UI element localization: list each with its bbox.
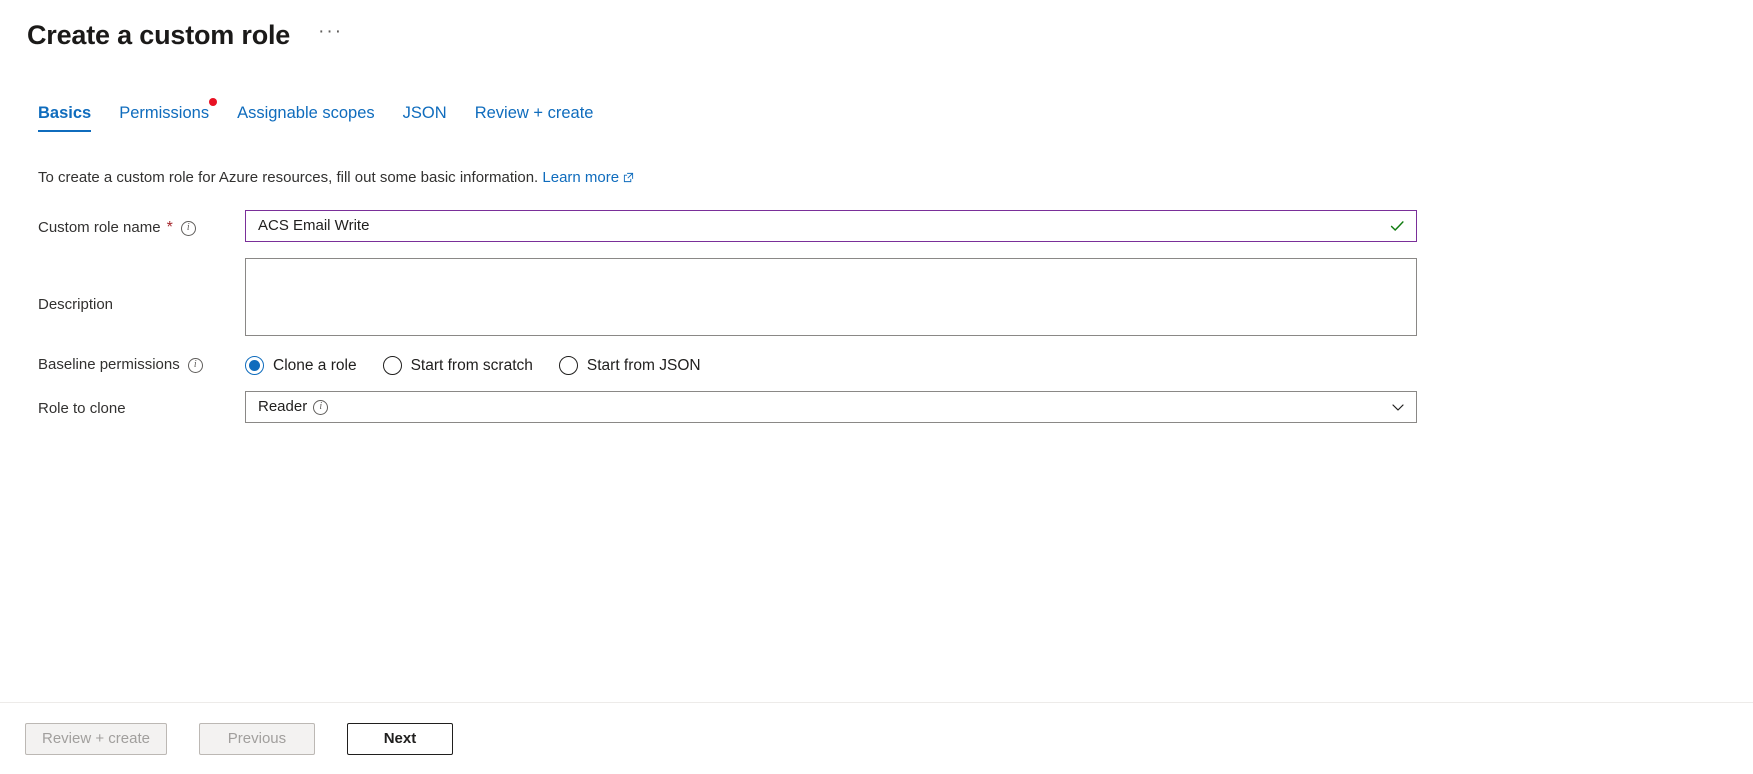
- baseline-permissions-info-icon[interactable]: i: [187, 357, 203, 373]
- page-title: Create a custom role: [27, 20, 291, 50]
- baseline-permissions-field-cell: Clone a role Start from scratch Start fr…: [245, 352, 727, 375]
- review-create-button[interactable]: Review + create: [25, 722, 167, 755]
- check-icon: [1390, 221, 1404, 231]
- previous-button[interactable]: Previous: [198, 722, 315, 755]
- tab-basics[interactable]: Basics: [38, 103, 105, 132]
- page-header: Create a custom role ···: [0, 0, 1753, 52]
- radio-start-from-scratch[interactable]: Start from scratch: [382, 356, 533, 375]
- tab-basics-label: Basics: [38, 104, 92, 122]
- tab-permissions[interactable]: Permissions: [105, 98, 223, 132]
- radio-start-from-json-circle-icon: [558, 356, 578, 375]
- baseline-permissions-label-cell: Baseline permissions i: [38, 352, 245, 374]
- description-textarea[interactable]: [245, 258, 1417, 336]
- baseline-permissions-radio-group: Clone a role Start from scratch Start fr…: [245, 352, 727, 375]
- tab-permissions-label: Permissions: [119, 104, 210, 122]
- form-content: To create a custom role for Azure resour…: [0, 168, 1753, 423]
- radio-clone-a-role[interactable]: Clone a role: [245, 356, 357, 375]
- next-button[interactable]: Next: [346, 722, 453, 755]
- more-options-icon[interactable]: ···: [312, 20, 349, 50]
- required-asterisk: *: [166, 219, 173, 236]
- basics-form: Custom role name * i ACS Email Write Des…: [38, 210, 1753, 423]
- role-to-clone-value: Reader: [258, 398, 308, 415]
- wizard-tabs: Basics Permissions Assignable scopes JSO…: [0, 96, 1753, 132]
- description-label-cell: Description: [38, 258, 245, 314]
- learn-more-link[interactable]: Learn more: [542, 169, 634, 186]
- chevron-down-icon: [1392, 404, 1404, 411]
- custom-role-name-value: ACS Email Write: [258, 217, 370, 234]
- tab-review-create[interactable]: Review + create: [461, 103, 608, 132]
- create-custom-role-page: Create a custom role ··· Basics Permissi…: [0, 0, 1753, 774]
- role-to-clone-value-wrap: Reader i: [258, 397, 1390, 417]
- custom-role-name-field-cell: ACS Email Write: [245, 210, 1417, 242]
- intro-text-row: To create a custom role for Azure resour…: [38, 168, 1753, 188]
- tab-json[interactable]: JSON: [389, 103, 461, 132]
- row-role-to-clone: Role to clone Reader i: [38, 391, 1753, 423]
- custom-role-name-info-icon[interactable]: i: [180, 220, 196, 236]
- row-custom-role-name: Custom role name * i ACS Email Write: [38, 210, 1753, 242]
- description-label: Description: [38, 296, 114, 313]
- role-to-clone-info-icon[interactable]: i: [313, 399, 329, 415]
- radio-start-from-json[interactable]: Start from JSON: [558, 356, 701, 375]
- row-description: Description: [38, 258, 1753, 336]
- wizard-footer: Review + create Previous Next: [0, 702, 1753, 774]
- intro-text: To create a custom role for Azure resour…: [38, 169, 539, 186]
- role-to-clone-label-cell: Role to clone: [38, 391, 245, 418]
- custom-role-name-label: Custom role name: [38, 219, 161, 236]
- tab-assignable-scopes-label: Assignable scopes: [237, 104, 375, 122]
- radio-clone-a-role-label: Clone a role: [273, 356, 357, 374]
- row-baseline-permissions: Baseline permissions i Clone a role Star…: [38, 352, 1753, 375]
- role-to-clone-field-cell: Reader i: [245, 391, 1417, 423]
- role-to-clone-select[interactable]: Reader i: [245, 391, 1417, 423]
- radio-clone-a-role-circle-icon: [245, 356, 264, 375]
- radio-start-from-json-label: Start from JSON: [586, 356, 701, 374]
- external-link-icon: [624, 172, 634, 183]
- radio-start-from-scratch-circle-icon: [382, 356, 402, 375]
- tab-assignable-scopes[interactable]: Assignable scopes: [223, 103, 389, 132]
- role-to-clone-label: Role to clone: [38, 400, 126, 417]
- learn-more-label: Learn more: [542, 169, 620, 186]
- tab-review-create-label: Review + create: [474, 104, 594, 122]
- baseline-permissions-label: Baseline permissions: [38, 356, 180, 373]
- permissions-alert-dot-icon: [209, 98, 218, 106]
- radio-start-from-scratch-label: Start from scratch: [410, 356, 533, 374]
- custom-role-name-label-cell: Custom role name * i: [38, 210, 245, 237]
- description-field-cell: [245, 258, 1417, 336]
- custom-role-name-input[interactable]: ACS Email Write: [245, 210, 1417, 242]
- tab-json-label: JSON: [402, 104, 447, 122]
